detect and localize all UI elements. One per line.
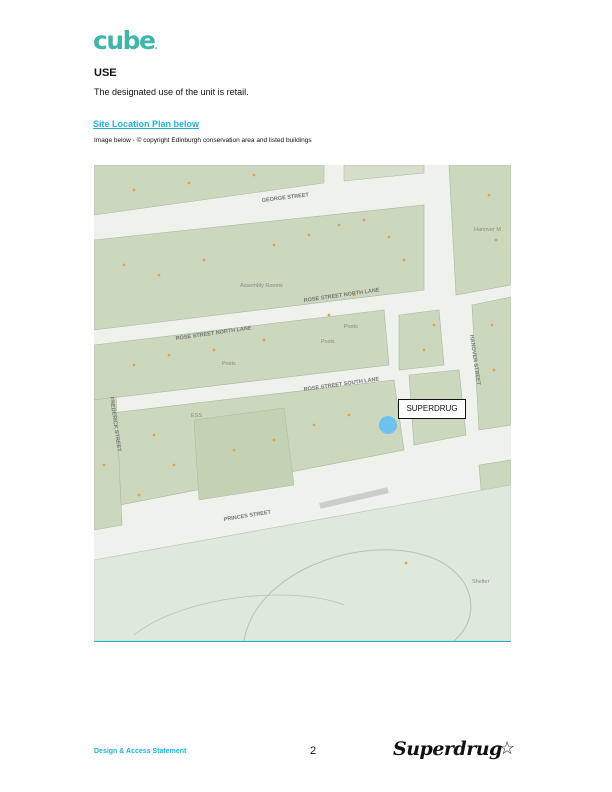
building-block	[193, 407, 295, 501]
logo-text: cube	[93, 26, 156, 55]
location-pin-icon	[379, 416, 397, 434]
superdrug-map-label: SUPERDRUG	[398, 399, 466, 419]
site-location-map: GEORGE STREET ROSE STREET NORTH LANE ROS…	[94, 165, 511, 642]
footer-document-title: Design & Access Statement	[94, 748, 187, 755]
place-ess: ESS	[191, 413, 202, 419]
place-posts: Posts	[321, 339, 335, 345]
page-number: 2	[310, 745, 317, 757]
image-caption: Image below - © copyright Edinburgh cons…	[94, 137, 312, 144]
star-outline-icon: ☆	[499, 738, 516, 758]
place-posts: Posts	[222, 361, 236, 367]
section-body: The designated use of the unit is retail…	[94, 87, 249, 97]
place-hanover-mews: Hanover M	[474, 227, 501, 233]
place-posts: Posts	[344, 324, 358, 330]
building-block	[398, 309, 445, 371]
place-shelter: Shelter	[472, 579, 490, 585]
cube-logo: cube.	[93, 26, 158, 55]
site-location-link[interactable]: Site Location Plan below	[93, 119, 199, 129]
place-assembly-rooms: Assembly Rooms	[240, 283, 283, 289]
logo-dot: .	[154, 42, 158, 52]
superdrug-logo: Superdrug	[393, 738, 502, 760]
section-heading: USE	[94, 67, 117, 79]
